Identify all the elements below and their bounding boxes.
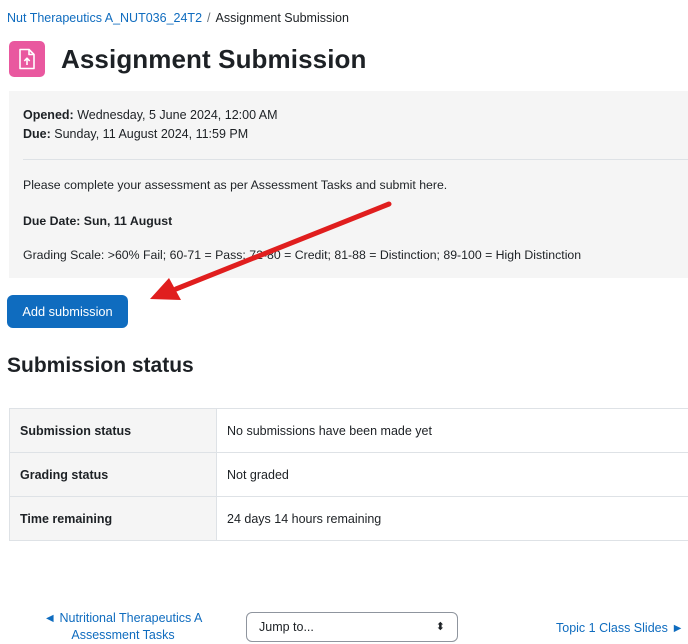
intro-grading-scale: Grading Scale: >60% Fail; 60-71 = Pass; … [23, 248, 581, 262]
row-value: 24 days 14 hours remaining [217, 497, 688, 541]
table-row: Submission status No submissions have be… [10, 409, 688, 453]
due-label: Due: [23, 127, 51, 141]
add-submission-button[interactable]: Add submission [7, 295, 128, 328]
row-label: Submission status [10, 409, 217, 453]
select-caret-icon: ⬍ [436, 619, 445, 635]
intro-instructions: Please complete your assessment as per A… [23, 178, 447, 192]
activity-info-box: Opened: Wednesday, 5 June 2024, 12:00 AM… [9, 91, 688, 278]
divider [23, 159, 688, 160]
activity-dates: Opened: Wednesday, 5 June 2024, 12:00 AM… [23, 106, 278, 144]
breadcrumb-course-link[interactable]: Nut Therapeutics A_NUT036_24T2 [7, 11, 202, 25]
opened-date: Opened: Wednesday, 5 June 2024, 12:00 AM [23, 106, 278, 125]
table-row: Grading status Not graded [10, 453, 688, 497]
intro-due-date: Due Date: Sun, 11 August [23, 214, 172, 228]
row-label: Time remaining [10, 497, 217, 541]
prev-link-line2: Assessment Tasks [71, 628, 174, 642]
jump-to-select[interactable]: Jump to... ⬍ [246, 612, 458, 642]
row-label: Grading status [10, 453, 217, 497]
opened-label: Opened: [23, 108, 74, 122]
assignment-upload-icon [9, 41, 45, 77]
submission-status-heading: Submission status [7, 354, 194, 378]
breadcrumb: Nut Therapeutics A_NUT036_24T2 / Assignmen… [7, 11, 349, 25]
row-value: Not graded [217, 453, 688, 497]
breadcrumb-separator: / [207, 11, 210, 25]
jump-to-value: Jump to... [259, 620, 314, 634]
submission-status-table: Submission status No submissions have be… [9, 408, 688, 541]
previous-activity-link[interactable]: ◄ Nutritional Therapeutics A Assessment … [28, 610, 218, 644]
next-activity-link[interactable]: Topic 1 Class Slides ► [556, 621, 684, 635]
breadcrumb-current: Assignment Submission [216, 11, 349, 25]
arrow-left-icon: ◄ [44, 611, 56, 625]
row-value: No submissions have been made yet [217, 409, 688, 453]
next-link-label: Topic 1 Class Slides [556, 621, 668, 635]
prev-link-line1: Nutritional Therapeutics A [59, 611, 202, 625]
due-date: Due: Sunday, 11 August 2024, 11:59 PM [23, 125, 278, 144]
opened-value: Wednesday, 5 June 2024, 12:00 AM [77, 108, 277, 122]
arrow-right-icon: ► [671, 621, 683, 635]
table-row: Time remaining 24 days 14 hours remainin… [10, 497, 688, 541]
page-title: Assignment Submission [61, 44, 366, 75]
page-header: Assignment Submission [9, 38, 366, 80]
due-value: Sunday, 11 August 2024, 11:59 PM [54, 127, 248, 141]
